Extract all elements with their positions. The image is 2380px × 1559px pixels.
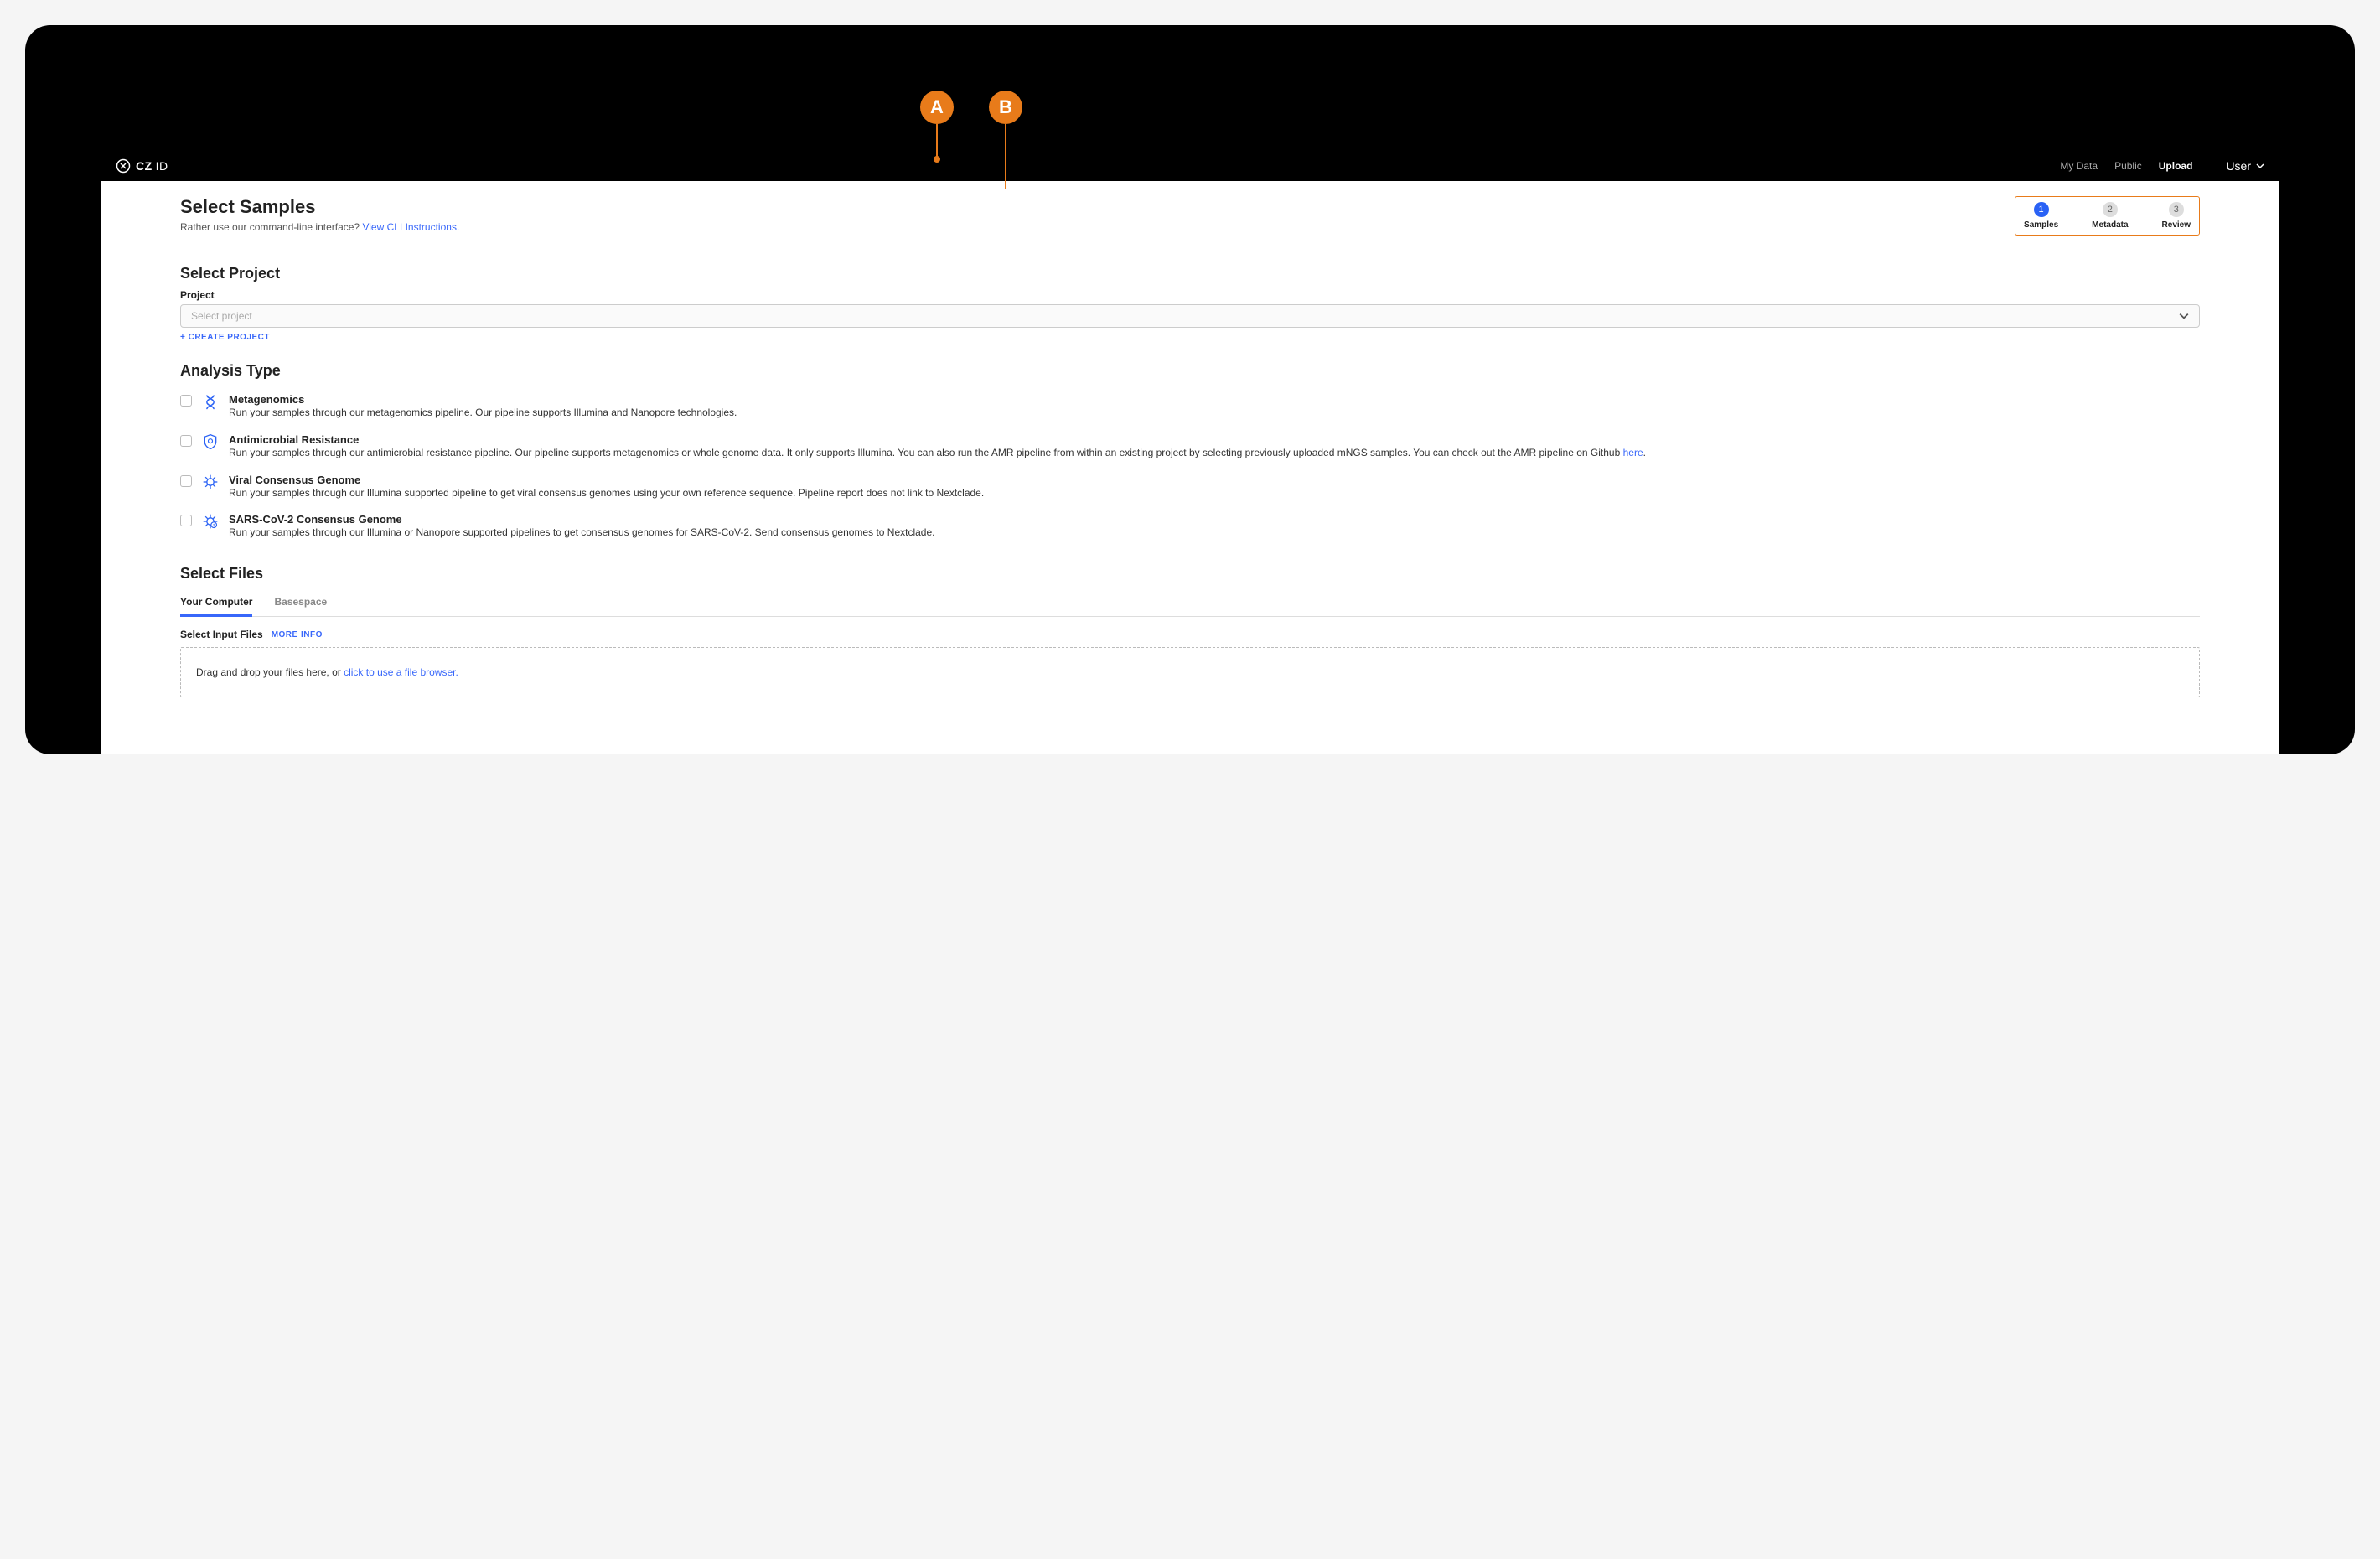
covid-virus-icon: $ [202, 513, 219, 530]
nav: My Data Public Upload [2060, 160, 2192, 172]
browser-frame: CZ ID My Data Public Upload User [25, 25, 2355, 754]
analysis-desc: Run your samples through our metagenomic… [229, 406, 737, 420]
input-files-label: Select Input Files [180, 629, 263, 640]
nav-upload[interactable]: Upload [2159, 160, 2193, 172]
headline-row: Select Samples Rather use our command-li… [180, 196, 2200, 246]
select-files-heading: Select Files [180, 565, 2200, 583]
dropzone-text: Drag and drop your files here, or [196, 666, 344, 678]
analysis-viral-cg: Viral Consensus Genome Run your samples … [180, 474, 2200, 500]
annotation-a-line [936, 124, 938, 158]
analysis-desc-text: Run your samples through our antimicrobi… [229, 447, 1623, 458]
chevron-down-icon [2179, 311, 2189, 321]
annotation-a-dot [934, 156, 940, 163]
step-label: Metadata [2092, 220, 2128, 230]
analysis-desc: Run your samples through our Illumina or… [229, 526, 934, 540]
github-here-link[interactable]: here [1623, 447, 1643, 458]
analysis-sarscov2: $ SARS-CoV-2 Consensus Genome Run your s… [180, 513, 2200, 540]
shield-bacteria-icon [202, 433, 219, 450]
logo[interactable]: CZ ID [116, 158, 168, 174]
file-source-tabs: Your Computer Basespace [180, 589, 2200, 617]
step-label: Samples [2024, 220, 2058, 230]
subtitle-prefix: Rather use our command-line interface? [180, 221, 362, 233]
annotation-a: A [920, 91, 954, 124]
logo-id: ID [156, 159, 168, 173]
checkbox-sarscov2[interactable] [180, 515, 192, 526]
more-info-link[interactable]: MORE INFO [272, 630, 323, 640]
step-number: 2 [2103, 202, 2118, 217]
analysis-metagenomics: Metagenomics Run your samples through ou… [180, 393, 2200, 420]
user-label: User [2226, 159, 2251, 173]
annotation-b-line [1005, 124, 1006, 189]
analysis-desc: Run your samples through our Illumina su… [229, 486, 984, 500]
chevron-down-icon [2256, 162, 2264, 170]
analysis-title: Viral Consensus Genome [229, 474, 984, 486]
step-review[interactable]: 3 Review [2162, 202, 2191, 230]
nav-public[interactable]: Public [2114, 160, 2142, 172]
checkbox-metagenomics[interactable] [180, 395, 192, 407]
tab-your-computer[interactable]: Your Computer [180, 589, 252, 617]
checkbox-amr[interactable] [180, 435, 192, 447]
step-number: 3 [2169, 202, 2184, 217]
logo-cz: CZ [136, 159, 153, 173]
stepper: 1 Samples 2 Metadata 3 Review [2015, 196, 2200, 236]
project-placeholder: Select project [191, 310, 252, 322]
project-label: Project [180, 289, 2200, 301]
nav-my-data[interactable]: My Data [2060, 160, 2098, 172]
analysis-title: SARS-CoV-2 Consensus Genome [229, 513, 934, 526]
user-menu[interactable]: User [2226, 159, 2264, 173]
cli-link[interactable]: View CLI Instructions. [362, 221, 459, 233]
analysis-type-heading: Analysis Type [180, 362, 2200, 380]
step-metadata[interactable]: 2 Metadata [2092, 202, 2128, 230]
analysis-amr: Antimicrobial Resistance Run your sample… [180, 433, 2200, 460]
dna-icon [202, 393, 219, 410]
file-browser-link[interactable]: click to use a file browser. [344, 666, 458, 678]
analysis-desc: Run your samples through our antimicrobi… [229, 446, 1646, 460]
annotation-b: B [989, 91, 1022, 124]
app-window: CZ ID My Data Public Upload User [101, 151, 2279, 754]
topbar: CZ ID My Data Public Upload User [101, 151, 2279, 181]
select-project-heading: Select Project [180, 265, 2200, 282]
create-project-link[interactable]: + CREATE PROJECT [180, 333, 270, 342]
page-title: Select Samples [180, 196, 459, 218]
virus-icon [202, 474, 219, 490]
logo-icon [116, 158, 131, 174]
analysis-title: Metagenomics [229, 393, 737, 406]
headline: Select Samples Rather use our command-li… [180, 196, 459, 233]
file-dropzone[interactable]: Drag and drop your files here, or click … [180, 647, 2200, 697]
tab-basespace[interactable]: Basespace [274, 589, 327, 616]
analysis-title: Antimicrobial Resistance [229, 433, 1646, 446]
page-content: Select Samples Rather use our command-li… [101, 181, 2279, 714]
step-number: 1 [2034, 202, 2049, 217]
step-samples[interactable]: 1 Samples [2024, 202, 2058, 230]
page-subtitle: Rather use our command-line interface? V… [180, 221, 459, 233]
input-files-row: Select Input Files MORE INFO [180, 629, 2200, 640]
checkbox-viral-cg[interactable] [180, 475, 192, 487]
step-label: Review [2162, 220, 2191, 230]
project-select[interactable]: Select project [180, 304, 2200, 328]
